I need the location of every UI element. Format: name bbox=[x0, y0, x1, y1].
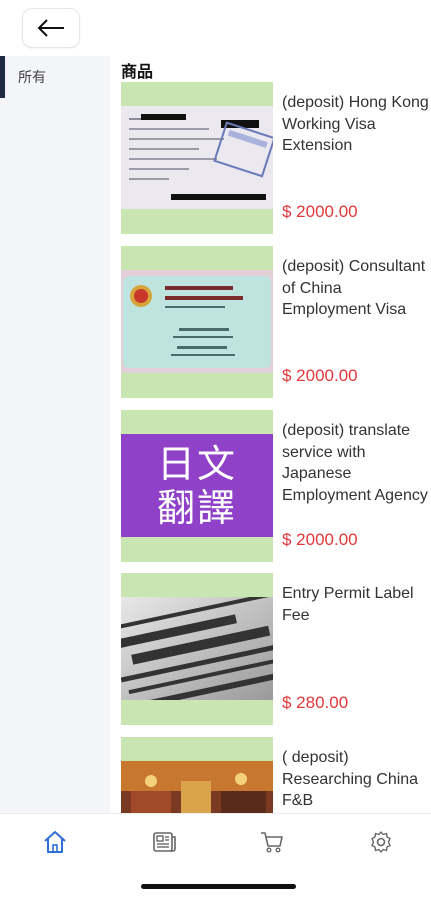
visa-stamp-photo bbox=[121, 106, 273, 209]
news-icon bbox=[153, 832, 176, 852]
product-thumbnail: 日文 翻譯 bbox=[121, 410, 273, 562]
selected-indicator bbox=[0, 56, 5, 98]
product-item[interactable]: ( deposit) Researching China F&B bbox=[121, 737, 431, 813]
restaurant-photo bbox=[121, 761, 273, 813]
entry-permit-newsprint bbox=[121, 597, 273, 700]
product-name: (deposit) translate service with Japanes… bbox=[282, 422, 428, 504]
banner-text-line1: 日文 bbox=[156, 441, 237, 486]
sidebar-item-label: 所有 bbox=[18, 69, 46, 85]
tab-settings[interactable] bbox=[367, 828, 395, 856]
tab-home[interactable] bbox=[41, 828, 69, 856]
product-price: $ 280.00 bbox=[282, 693, 349, 712]
china-work-permit-card bbox=[121, 270, 273, 373]
product-item[interactable]: Entry Permit Label Fee $ 280.00 bbox=[121, 573, 431, 725]
tab-cart[interactable] bbox=[258, 828, 286, 856]
product-price: $ 2000.00 bbox=[282, 202, 358, 221]
product-name: (deposit) Consultant of China Employment… bbox=[282, 258, 426, 318]
product-name: (deposit) Hong Kong Working Visa Extensi… bbox=[282, 94, 429, 154]
home-icon bbox=[44, 831, 66, 853]
banner-text-line2: 翻譯 bbox=[156, 485, 237, 530]
product-thumbnail bbox=[121, 573, 273, 725]
arrow-left-icon bbox=[37, 19, 64, 37]
japanese-translation-banner: 日文 翻譯 bbox=[121, 434, 273, 537]
gear-icon bbox=[371, 831, 391, 853]
product-thumbnail bbox=[121, 82, 273, 234]
tab-news[interactable] bbox=[150, 828, 178, 856]
product-thumbnail bbox=[121, 246, 273, 398]
category-sidebar: 所有 bbox=[0, 56, 110, 813]
sidebar-item-all[interactable]: 所有 bbox=[0, 56, 110, 98]
product-price: $ 2000.00 bbox=[282, 366, 358, 385]
product-price: $ 2000.00 bbox=[282, 530, 358, 549]
home-indicator bbox=[141, 884, 296, 889]
product-item[interactable]: (deposit) Consultant of China Employment… bbox=[121, 246, 431, 398]
product-name: Entry Permit Label Fee bbox=[282, 585, 414, 624]
top-bar bbox=[0, 0, 431, 56]
product-list: 商品 (deposit) Hong Kong Working Visa Exte… bbox=[110, 56, 431, 813]
product-thumbnail bbox=[121, 737, 273, 813]
product-name: ( deposit) Researching China F&B bbox=[282, 749, 419, 809]
product-item[interactable]: (deposit) Hong Kong Working Visa Extensi… bbox=[121, 82, 431, 234]
back-button[interactable] bbox=[22, 8, 80, 48]
section-title: 商品 bbox=[121, 64, 154, 81]
cart-icon bbox=[261, 832, 283, 853]
product-item[interactable]: 日文 翻譯 (deposit) translate service with J… bbox=[121, 410, 431, 562]
